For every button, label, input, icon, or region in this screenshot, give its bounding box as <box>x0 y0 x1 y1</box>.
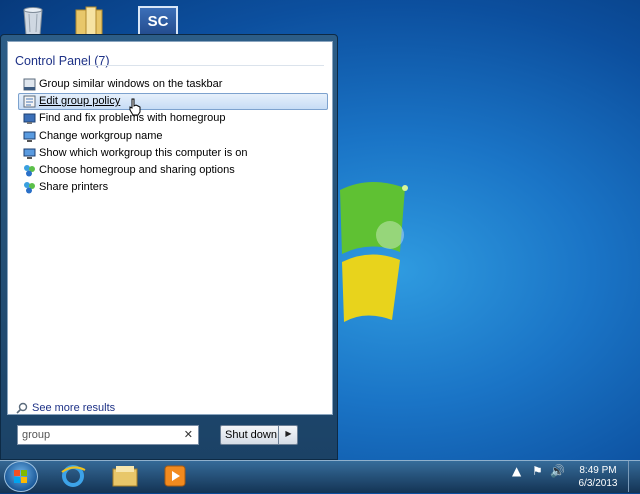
recycle-bin-icon[interactable] <box>16 4 50 38</box>
computer-icon <box>23 131 36 142</box>
troubleshoot-icon <box>23 113 36 125</box>
folder-icon[interactable] <box>72 4 106 38</box>
computer-icon <box>23 148 36 159</box>
result-label: Change workgroup name <box>39 129 163 142</box>
start-menu: Control Panel (7) Group similar windows … <box>0 34 338 460</box>
clock-date: 6/3/2013 <box>578 478 618 489</box>
shortcut-icon[interactable]: SC <box>138 6 178 36</box>
result-label: Edit group policy <box>39 95 121 108</box>
show-desktop-button[interactable] <box>628 461 640 492</box>
shut-down-label: Shut down <box>225 429 277 441</box>
file-explorer-icon[interactable] <box>110 462 140 490</box>
windows-flag-icon <box>14 470 27 483</box>
windows-logo <box>330 170 430 340</box>
result-share-printers[interactable]: Share printers <box>18 179 328 196</box>
taskbar <box>0 460 640 493</box>
taskbar-icon <box>23 78 36 91</box>
hand-cursor-icon <box>129 98 141 116</box>
homegroup-icon <box>24 182 35 194</box>
search-icon <box>16 402 28 414</box>
media-player-icon[interactable] <box>160 462 190 490</box>
result-fix-homegroup[interactable]: Find and fix problems with homegroup <box>18 110 328 127</box>
result-show-workgroup[interactable]: Show which workgroup this computer is on <box>18 145 328 162</box>
clear-search-icon[interactable]: ✕ <box>184 428 193 441</box>
homegroup-icon <box>24 164 35 177</box>
result-change-workgroup[interactable]: Change workgroup name <box>18 128 328 145</box>
policy-icon <box>23 95 36 108</box>
start-button[interactable] <box>4 461 38 492</box>
result-label: Show which workgroup this computer is on <box>39 146 248 159</box>
section-divider <box>78 65 324 66</box>
search-input[interactable] <box>22 427 182 443</box>
action-center-icon[interactable]: ⚑ <box>532 464 543 478</box>
results-list: Group similar windows on the taskbar Edi… <box>18 76 328 196</box>
clock[interactable]: 8:49 PM 6/3/2013 <box>574 464 622 490</box>
result-group-similar-windows[interactable]: Group similar windows on the taskbar <box>18 76 328 93</box>
search-box[interactable]: ✕ <box>17 425 199 445</box>
result-edit-group-policy[interactable]: Edit group policy <box>18 93 328 111</box>
see-more-label: See more results <box>32 402 116 414</box>
result-homegroup-sharing[interactable]: Choose homegroup and sharing options <box>18 162 328 179</box>
see-more-results-link[interactable]: See more results <box>16 402 115 414</box>
result-label: Share printers <box>39 181 109 194</box>
clock-time: 8:49 PM <box>579 465 617 476</box>
shutdown-options-arrow-icon[interactable]: ▶ <box>278 425 298 445</box>
search-results-pane: Control Panel (7) Group similar windows … <box>7 41 333 415</box>
internet-explorer-icon[interactable] <box>58 462 88 490</box>
result-label: Group similar windows on the taskbar <box>39 78 223 90</box>
result-label: Choose homegroup and sharing options <box>39 163 235 176</box>
show-hidden-icons-icon[interactable]: ▲ <box>512 464 521 478</box>
volume-icon[interactable]: 🔊 <box>550 464 565 478</box>
